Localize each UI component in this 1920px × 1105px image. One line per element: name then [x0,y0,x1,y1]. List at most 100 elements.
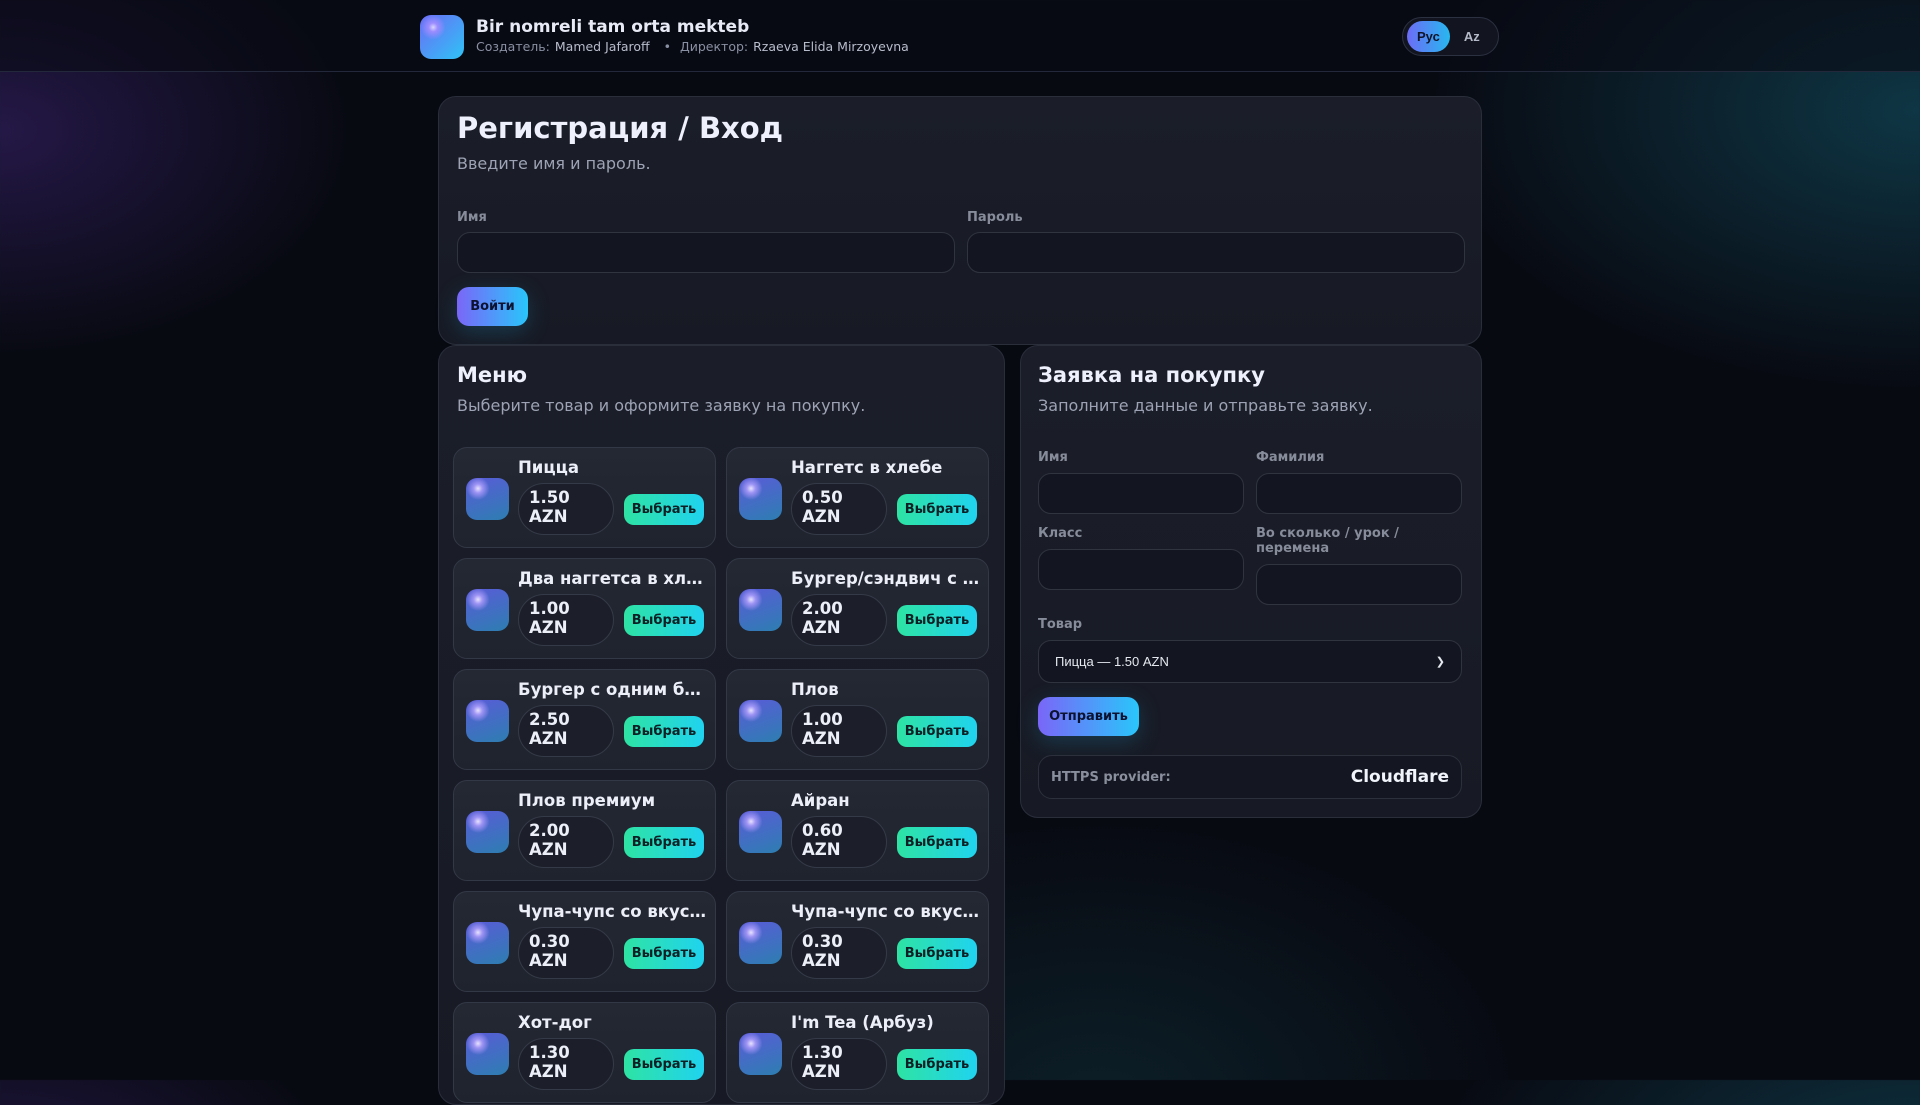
class-input[interactable] [1038,549,1244,590]
school-title: Bir nomreli tam orta mekteb [476,17,750,37]
login-title: Регистрация / Вход [457,111,784,145]
food-icon [466,700,509,742]
menu-item-name: Айран [791,791,850,810]
select-item-button[interactable]: Выбрать [897,1049,977,1080]
menu-subtitle: Выберите товар и оформите заявку на поку… [457,396,866,415]
menu-item-price: 1.30 AZN [791,1038,887,1090]
food-icon [466,811,509,853]
menu-item-name: Бургер с одним б… [518,680,701,699]
select-item-button[interactable]: Выбрать [897,827,977,858]
menu-item-price: 1.00 AZN [518,594,614,646]
price-currency: AZN [802,729,841,748]
menu-item: Наггетс в хлебе 0.50 AZN Выбрать [726,447,989,548]
lang-ru-button[interactable]: Рус [1407,21,1450,52]
header-credits: Создатель: Mamed Jafaroff • Директор: Rzae… [476,39,914,54]
menu-item-name: Плов премиум [518,791,656,810]
select-item-button[interactable]: Выбрать [624,716,704,747]
food-icon [739,922,782,964]
menu-item: Чупа-чупс со вкус… 0.30 AZN Выбрать [726,891,989,992]
select-item-button[interactable]: Выбрать [624,605,704,636]
menu-item-price: 1.00 AZN [791,705,887,757]
menu-item-name: Чупа-чупс со вкус… [518,902,707,921]
login-password-input[interactable] [967,232,1465,273]
director-label: Директор: [679,39,749,54]
login-name-input[interactable] [457,232,955,273]
product-select-value: Пицца — 1.50 AZN [1055,654,1169,669]
menu-item: Плов премиум 2.00 AZN Выбрать [453,780,716,881]
menu-item-name: Плов [791,680,839,699]
menu-item-name: Чупа-чупс со вкус… [791,902,980,921]
menu-item-price: 0.60 AZN [791,816,887,868]
menu-item: Два наггетса в хл… 1.00 AZN Выбрать [453,558,716,659]
submit-order-button[interactable]: Отправить [1038,697,1139,736]
select-item-button[interactable]: Выбрать [897,605,977,636]
price-value: 2.00 [802,599,843,618]
login-button[interactable]: Войти [457,287,528,326]
price-value: 1.50 [529,488,570,507]
select-item-button[interactable]: Выбрать [897,494,977,525]
menu-item-name: I'm Tea (Арбуз) [791,1013,934,1032]
https-value: Cloudflare [1350,767,1449,787]
menu-item: Бургер/сэндвич с … 2.00 AZN Выбрать [726,558,989,659]
food-icon [739,478,782,520]
product-select[interactable]: Пицца — 1.50 AZN ❯ [1038,640,1462,683]
food-icon [466,589,509,631]
food-icon [466,1033,509,1075]
last-name-label: Фамилия [1256,450,1325,465]
select-item-button[interactable]: Выбрать [624,938,704,969]
food-icon [466,922,509,964]
price-value: 0.30 [802,932,843,951]
food-icon [739,700,782,742]
creator-label: Создатель: [476,39,550,54]
menu-item: Айран 0.60 AZN Выбрать [726,780,989,881]
time-input[interactable] [1256,564,1462,605]
price-currency: AZN [802,507,841,526]
menu-item: Бургер с одним б… 2.50 AZN Выбрать [453,669,716,770]
price-currency: AZN [529,618,568,637]
login-subtitle: Введите имя и пароль. [457,154,651,173]
menu-item: Хот-дог 1.30 AZN Выбрать [453,1002,716,1103]
first-name-label: Имя [1038,450,1068,465]
menu-item-price: 2.00 AZN [791,594,887,646]
food-icon [739,589,782,631]
https-provider-box: HTTPS provider: Cloudflare [1038,755,1462,799]
last-name-input[interactable] [1256,473,1462,514]
lang-az-button[interactable]: Az [1454,21,1490,52]
price-value: 0.30 [529,932,570,951]
menu-item-price: 2.50 AZN [518,705,614,757]
time-label: Во сколько / урок / перемена [1256,526,1399,556]
class-label: Класс [1038,526,1083,541]
price-value: 2.50 [529,710,570,729]
first-name-input[interactable] [1038,473,1244,514]
menu-item-price: 2.00 AZN [518,816,614,868]
menu-card: Меню Выберите товар и оформите заявку на… [438,345,1005,1105]
select-item-button[interactable]: Выбрать [624,827,704,858]
price-currency: AZN [802,1062,841,1081]
menu-item: I'm Tea (Арбуз) 1.30 AZN Выбрать [726,1002,989,1103]
price-value: 1.30 [529,1043,570,1062]
select-item-button[interactable]: Выбрать [624,494,704,525]
select-item-button[interactable]: Выбрать [897,938,977,969]
select-item-button[interactable]: Выбрать [897,716,977,747]
separator-dot: • [663,39,671,54]
creator-name: Mamed Jafaroff [554,39,650,54]
director-name: Rzaeva Elida Mirzoyevna [753,39,909,54]
order-title: Заявка на покупку [1038,363,1265,387]
menu-item-price: 0.50 AZN [791,483,887,535]
chevron-down-icon: ❯ [1435,656,1445,668]
menu-item-price: 1.30 AZN [518,1038,614,1090]
product-label: Товар [1038,617,1083,632]
price-currency: AZN [529,840,568,859]
menu-item-name: Наггетс в хлебе [791,458,943,477]
login-card: Регистрация / Вход Введите имя и пароль.… [438,96,1482,345]
menu-item-price: 1.50 AZN [518,483,614,535]
menu-item: Пицца 1.50 AZN Выбрать [453,447,716,548]
select-item-button[interactable]: Выбрать [624,1049,704,1080]
price-currency: AZN [529,951,568,970]
login-name-label: Имя [457,210,487,225]
menu-item-name: Два наггетса в хл… [518,569,703,588]
food-icon [739,1033,782,1075]
price-currency: AZN [802,618,841,637]
price-currency: AZN [529,729,568,748]
https-label: HTTPS provider: [1051,769,1171,785]
